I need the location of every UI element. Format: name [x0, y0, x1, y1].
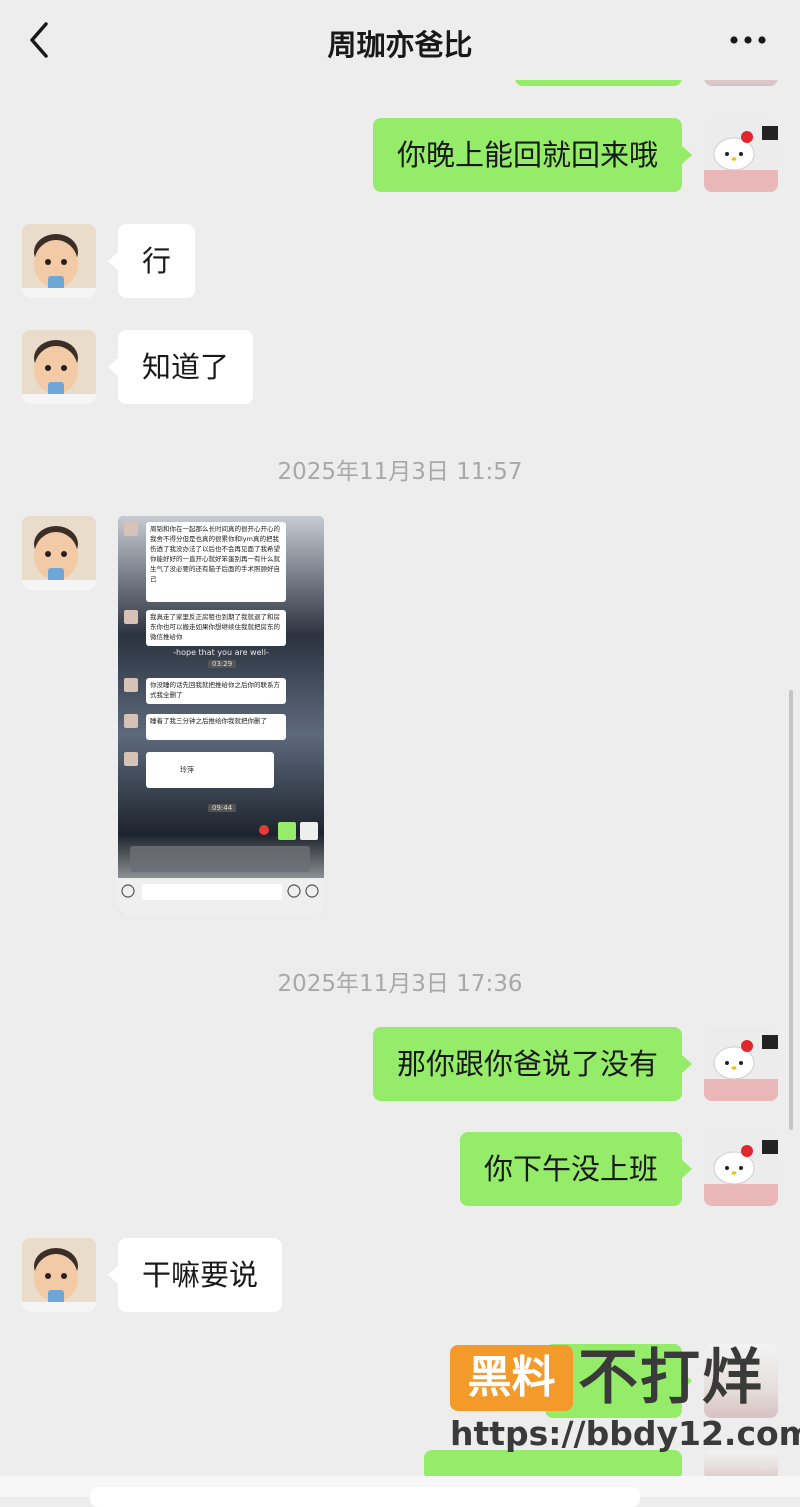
watermark-url: https://bbdy12.com: [450, 1414, 800, 1453]
contact-avatar[interactable]: [22, 224, 96, 298]
watermark-text: 不打烊: [578, 1343, 764, 1413]
more-button[interactable]: [722, 20, 778, 60]
timestamp: 2025年11月3日 17:36: [277, 971, 523, 997]
my-avatar[interactable]: [704, 1027, 778, 1101]
chat-title: 周珈亦爸比: [327, 28, 473, 62]
image-message[interactable]: 周韬和你在一起那么长时间真的很开心开心的我舍不得分但是也真的很累你和lym真的把…: [118, 516, 324, 914]
baby-avatar-icon: [22, 516, 96, 590]
image-text-1: 周韬和你在一起那么长时间真的很开心开心的我舍不得分但是也真的很累你和lym真的把…: [146, 522, 286, 602]
more-dots-icon: [730, 36, 766, 44]
image-text-2: 我真走了家里反正房租也到期了我就退了和房东你也可以搬走如果你想继续住我就把房东的…: [146, 610, 286, 646]
message-input[interactable]: [90, 1487, 640, 1507]
contact-avatar[interactable]: [22, 516, 96, 590]
watermark-logo: 黑料: [450, 1345, 573, 1411]
contact-avatar[interactable]: [22, 1238, 96, 1312]
timestamp: 2025年11月3日 11:57: [277, 459, 523, 485]
baby-avatar-icon: [22, 330, 96, 404]
image-time-1: 03:29: [208, 660, 237, 668]
chat-header: 周珈亦爸比: [0, 0, 800, 80]
message-bubble-sent[interactable]: 你晚上能回就回来哦: [372, 118, 693, 192]
message-bubble-received[interactable]: 知道了: [107, 330, 254, 404]
scrollbar[interactable]: [789, 690, 793, 1130]
contact-avatar[interactable]: [22, 330, 96, 404]
message-bubble-received[interactable]: 行: [107, 224, 196, 298]
my-avatar[interactable]: [704, 118, 778, 192]
hello-kitty-avatar-icon: [704, 118, 778, 192]
hello-kitty-avatar-icon: [704, 1132, 778, 1206]
message-bubble-sent[interactable]: 你下午没上班: [459, 1132, 693, 1206]
message-bubble-sent[interactable]: 那你跟你爸说了没有: [372, 1027, 693, 1101]
hello-kitty-avatar-icon: [704, 1027, 778, 1101]
image-caption: -hope that you are well-: [173, 648, 269, 657]
baby-avatar-icon: [22, 224, 96, 298]
image-text-3: 你没睡的话先回我就把推给你之后你的联系方式我全删了: [146, 678, 286, 704]
my-avatar[interactable]: [704, 1132, 778, 1206]
image-text-4: 睡着了我三分钟之后推给你我就把你删了: [146, 714, 286, 740]
image-time-2: 09:44: [208, 804, 237, 812]
image-contact-card: 玲萍: [146, 752, 274, 788]
message-bubble-received[interactable]: 干嘛要说: [107, 1238, 283, 1312]
baby-avatar-icon: [22, 1238, 96, 1312]
